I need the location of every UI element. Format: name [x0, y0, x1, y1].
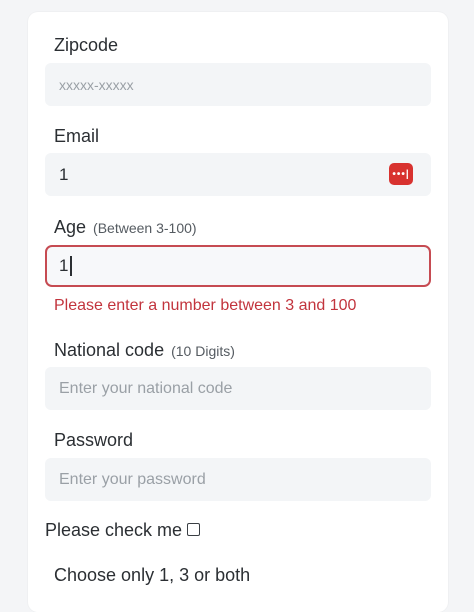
national-code-label: National code (10 Digits) — [54, 340, 235, 361]
password-manager-icon-text: •••| — [392, 168, 410, 180]
email-value: 1 — [59, 164, 69, 184]
zipcode-label: Zipcode — [54, 35, 119, 55]
zipcode-field[interactable] — [45, 63, 431, 106]
choose-label: Choose only 1, 3 or both — [54, 565, 251, 585]
text-cursor — [70, 256, 72, 276]
age-label-text: Age — [54, 217, 87, 237]
email-label: Email — [54, 126, 100, 146]
zipcode-input[interactable] — [59, 76, 417, 93]
age-error-message: Please enter a number between 3 and 100 — [54, 297, 357, 314]
check-checkbox[interactable] — [187, 523, 201, 536]
national-code-field[interactable] — [45, 367, 431, 410]
password-input[interactable] — [59, 470, 417, 489]
check-label: Please check me — [45, 520, 183, 540]
national-code-input[interactable] — [59, 379, 417, 398]
age-field[interactable]: 1 — [45, 245, 431, 287]
email-field[interactable]: 1 •••| — [45, 153, 431, 196]
age-hint: (Between 3-100) — [93, 220, 197, 236]
age-value: 1 — [59, 256, 69, 275]
password-label: Password — [54, 430, 134, 450]
national-code-hint: (10 Digits) — [171, 343, 235, 359]
national-code-label-text: National code — [54, 340, 165, 360]
password-field[interactable] — [45, 458, 431, 501]
password-manager-icon[interactable]: •••| — [389, 163, 413, 185]
check-row: Please check me — [45, 520, 201, 541]
age-label: Age (Between 3-100) — [54, 217, 197, 238]
